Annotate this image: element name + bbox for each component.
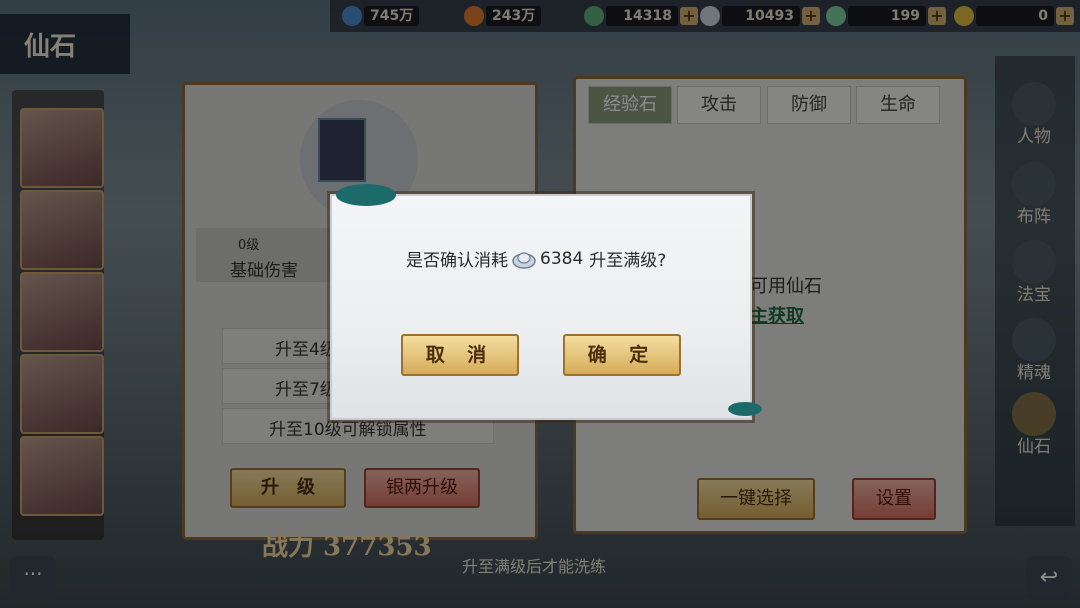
confirm-dialog: [330, 194, 752, 420]
pine-decoration-icon: [336, 184, 396, 206]
confirm-button[interactable]: 确 定: [563, 334, 681, 376]
dialog-message: 是否确认消耗 6384 升至满级?: [406, 248, 667, 272]
silver-ingot-icon: [512, 251, 536, 269]
cancel-button[interactable]: 取 消: [401, 334, 519, 376]
pine-decoration-icon: [728, 402, 762, 416]
